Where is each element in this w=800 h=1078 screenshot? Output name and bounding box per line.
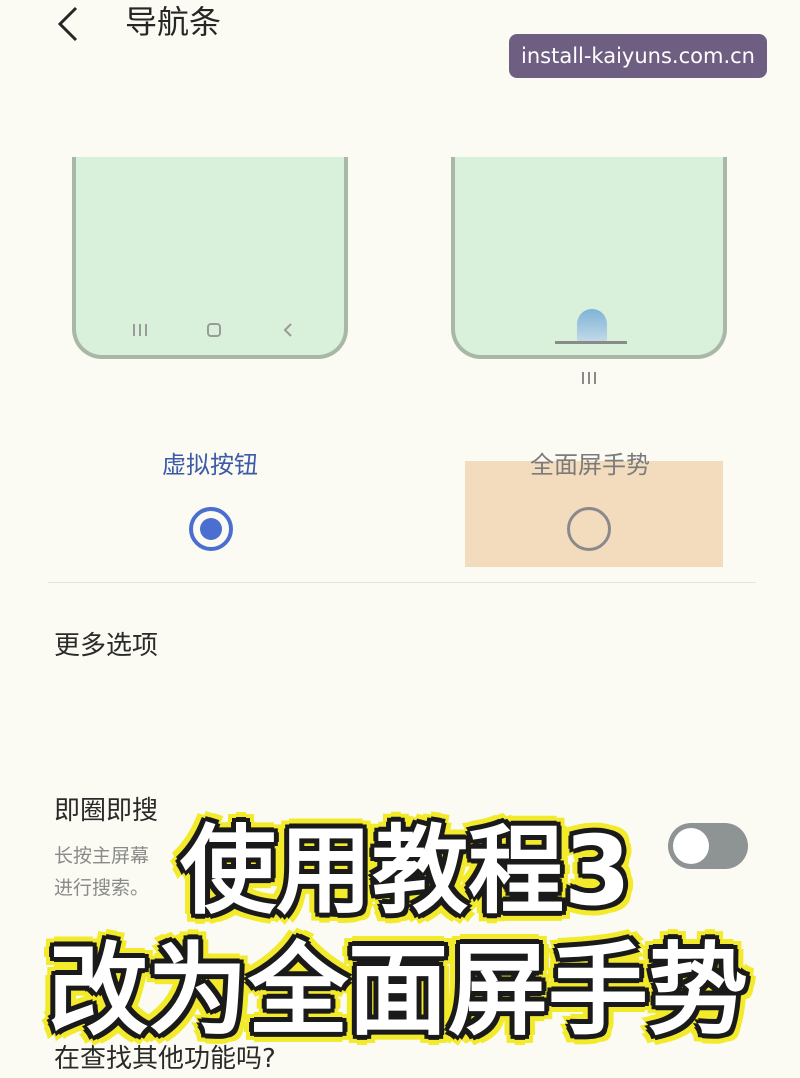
watermark-badge: install-kaiyuns.com.cn [509,34,767,78]
circle-search-desc-line2: 进行搜索。 [54,877,150,899]
recent-apps-icon [133,324,147,336]
divider [48,582,756,583]
virtual-buttons-radio[interactable] [189,507,233,551]
circle-search-desc-line1: 长按主屏幕 [54,845,150,867]
tutorial-caption-line2: 改为全面屏手势 [48,932,748,1049]
gesture-preview[interactable] [451,157,727,359]
circle-search-title: 即圈即搜 [54,796,159,826]
home-icon [207,323,221,337]
more-options-item[interactable]: 更多选项 [54,627,158,665]
back-icon [283,323,292,337]
virtual-buttons-preview[interactable] [72,157,348,359]
gesture-handle-icon [577,309,607,343]
fullscreen-gesture-radio[interactable] [567,507,611,551]
gesture-line-icon [555,341,627,344]
radio-selected-dot [200,518,222,540]
tutorial-caption-line1: 使用教程3 [180,815,631,927]
chevron-left-icon[interactable] [52,4,84,44]
page-title: 导航条 [125,3,222,41]
fullscreen-gesture-label[interactable]: 全面屏手势 [490,448,690,482]
circle-search-description: 长按主屏幕 进行搜索。 [54,840,174,904]
toggle-knob [673,828,709,864]
circle-search-toggle[interactable] [668,823,748,869]
recent-apps-icon [582,372,596,384]
virtual-buttons-label[interactable]: 虚拟按钮 [130,448,290,482]
